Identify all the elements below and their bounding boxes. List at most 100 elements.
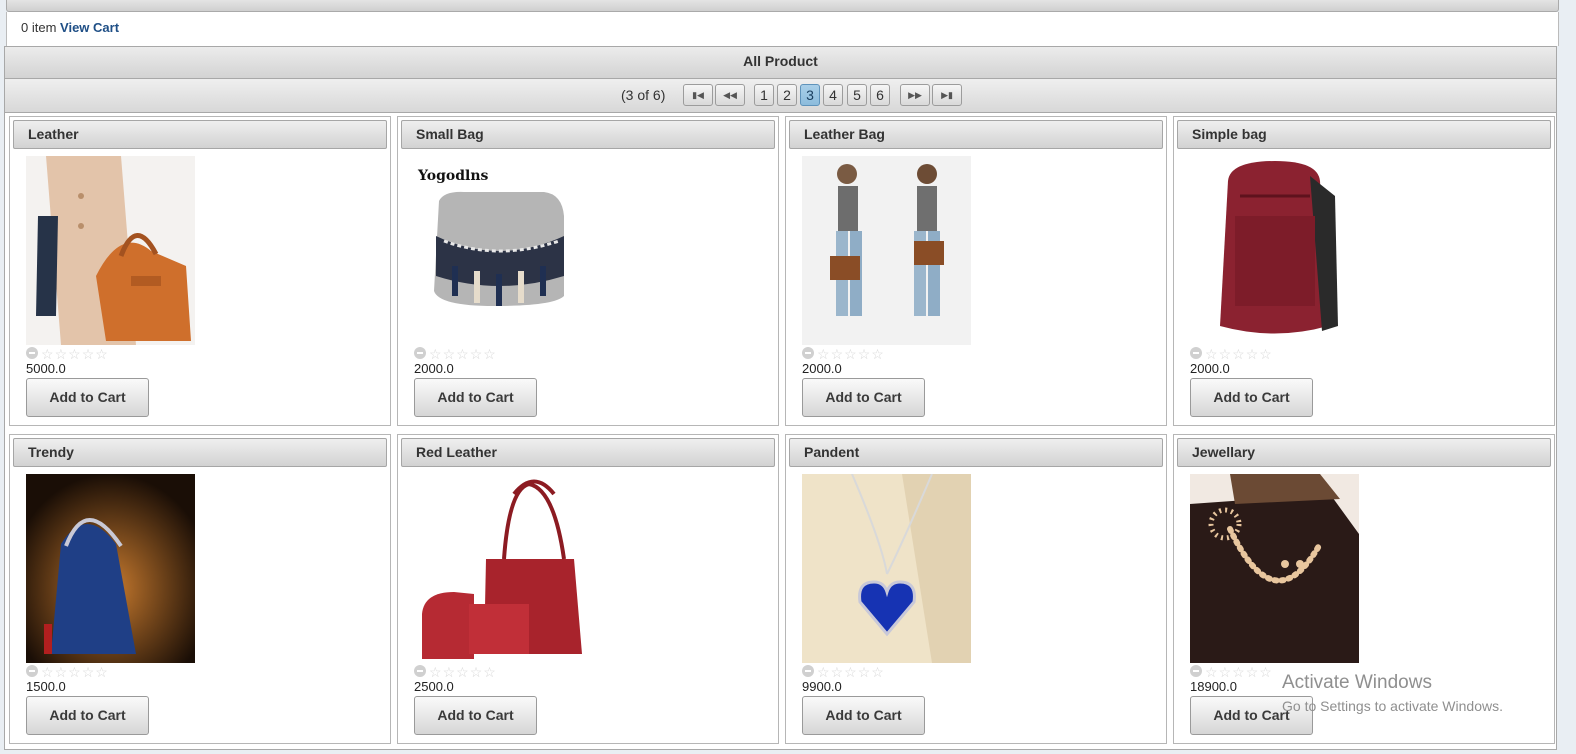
- page-2-button[interactable]: 2: [777, 84, 797, 106]
- star-icon[interactable]: ☆: [95, 665, 108, 679]
- product-price: 2000.0: [414, 361, 454, 376]
- star-icon[interactable]: ☆: [456, 347, 469, 361]
- star-icon[interactable]: ☆: [483, 665, 496, 679]
- cancel-rating-icon[interactable]: [414, 665, 426, 677]
- star-icon[interactable]: ☆: [831, 347, 844, 361]
- add-to-cart-button[interactable]: Add to Cart: [802, 378, 925, 417]
- rating[interactable]: ☆ ☆ ☆ ☆ ☆: [802, 347, 884, 361]
- star-icon[interactable]: ☆: [55, 665, 68, 679]
- add-to-cart-button[interactable]: Add to Cart: [1190, 378, 1313, 417]
- top-bar: [6, 0, 1559, 12]
- star-icon[interactable]: ☆: [858, 665, 871, 679]
- product-image[interactable]: [414, 474, 583, 663]
- star-icon[interactable]: ☆: [871, 665, 884, 679]
- star-icon[interactable]: ☆: [41, 665, 54, 679]
- star-icon[interactable]: ☆: [1219, 347, 1232, 361]
- product-image[interactable]: [802, 474, 971, 663]
- star-icon[interactable]: ☆: [68, 665, 81, 679]
- first-page-icon: ▮◀: [692, 90, 704, 100]
- product-image[interactable]: [26, 156, 195, 345]
- cancel-rating-icon[interactable]: [1190, 665, 1202, 677]
- product-image[interactable]: Yogodlns: [414, 156, 583, 345]
- rating[interactable]: ☆ ☆ ☆ ☆ ☆: [802, 665, 884, 679]
- product-image[interactable]: [26, 474, 195, 663]
- next-page-button[interactable]: ▶▶: [900, 84, 930, 106]
- product-price: 5000.0: [26, 361, 66, 376]
- star-icon[interactable]: ☆: [1246, 665, 1259, 679]
- star-icon[interactable]: ☆: [1232, 665, 1245, 679]
- add-to-cart-button[interactable]: Add to Cart: [414, 696, 537, 735]
- cancel-rating-icon[interactable]: [26, 347, 38, 359]
- add-to-cart-button[interactable]: Add to Cart: [802, 696, 925, 735]
- star-icon[interactable]: ☆: [95, 347, 108, 361]
- page-5-button[interactable]: 5: [847, 84, 867, 106]
- watermark-title: Activate Windows: [1282, 672, 1432, 693]
- star-icon[interactable]: ☆: [844, 347, 857, 361]
- star-icon[interactable]: ☆: [55, 347, 68, 361]
- product-image[interactable]: [1190, 156, 1359, 345]
- product-image[interactable]: [1190, 474, 1359, 663]
- product-card: Red Leather ☆ ☆ ☆ ☆ ☆ 2500.0 Add to Cart: [397, 434, 779, 744]
- product-title: Small Bag: [401, 120, 775, 149]
- last-page-icon: ▶▮: [941, 90, 953, 100]
- product-price: 2000.0: [802, 361, 842, 376]
- prev-page-button[interactable]: ◀◀: [715, 84, 745, 106]
- star-icon[interactable]: ☆: [68, 347, 81, 361]
- cart-item-count: 0 item: [21, 20, 57, 35]
- paginator: (3 of 6) ▮◀ ◀◀ 1 2 3 4 5 6 ▶▶ ▶▮: [5, 79, 1556, 113]
- star-icon[interactable]: ☆: [82, 665, 95, 679]
- star-icon[interactable]: ☆: [456, 665, 469, 679]
- rating[interactable]: ☆ ☆ ☆ ☆ ☆: [26, 665, 108, 679]
- add-to-cart-button[interactable]: Add to Cart: [26, 696, 149, 735]
- last-page-button[interactable]: ▶▮: [932, 84, 962, 106]
- rating[interactable]: ☆ ☆ ☆ ☆ ☆: [1190, 347, 1272, 361]
- rating[interactable]: ☆ ☆ ☆ ☆ ☆: [414, 347, 496, 361]
- star-icon[interactable]: ☆: [817, 665, 830, 679]
- rating[interactable]: ☆ ☆ ☆ ☆ ☆: [26, 347, 108, 361]
- star-icon[interactable]: ☆: [844, 665, 857, 679]
- star-icon[interactable]: ☆: [483, 347, 496, 361]
- star-icon[interactable]: ☆: [443, 665, 456, 679]
- star-icon[interactable]: ☆: [858, 347, 871, 361]
- star-icon[interactable]: ☆: [82, 347, 95, 361]
- star-icon[interactable]: ☆: [1246, 347, 1259, 361]
- panel-title: All Product: [5, 47, 1556, 79]
- product-image[interactable]: [802, 156, 971, 345]
- star-icon[interactable]: ☆: [470, 665, 483, 679]
- first-page-button[interactable]: ▮◀: [683, 84, 713, 106]
- star-icon[interactable]: ☆: [1205, 665, 1218, 679]
- page-4-button[interactable]: 4: [823, 84, 843, 106]
- star-icon[interactable]: ☆: [429, 347, 442, 361]
- add-to-cart-button[interactable]: Add to Cart: [414, 378, 537, 417]
- star-icon[interactable]: ☆: [429, 665, 442, 679]
- page-6-button[interactable]: 6: [870, 84, 890, 106]
- watermark-subtitle: Go to Settings to activate Windows.: [1282, 698, 1503, 714]
- star-icon[interactable]: ☆: [41, 347, 54, 361]
- view-cart-link[interactable]: View Cart: [60, 20, 119, 35]
- page-3-button[interactable]: 3: [800, 84, 820, 106]
- star-icon[interactable]: ☆: [1205, 347, 1218, 361]
- cancel-rating-icon[interactable]: [26, 665, 38, 677]
- star-icon[interactable]: ☆: [1219, 665, 1232, 679]
- cancel-rating-icon[interactable]: [1190, 347, 1202, 359]
- product-title: Trendy: [13, 438, 387, 467]
- star-icon[interactable]: ☆: [470, 347, 483, 361]
- star-icon[interactable]: ☆: [871, 347, 884, 361]
- star-icon[interactable]: ☆: [1232, 347, 1245, 361]
- rating[interactable]: ☆ ☆ ☆ ☆ ☆: [1190, 665, 1272, 679]
- star-icon[interactable]: ☆: [817, 347, 830, 361]
- star-icon[interactable]: ☆: [443, 347, 456, 361]
- star-icon[interactable]: ☆: [1259, 347, 1272, 361]
- product-card: Trendy ☆ ☆ ☆ ☆ ☆ 1500.0 Add to Cart: [9, 434, 391, 744]
- star-icon[interactable]: ☆: [1259, 665, 1272, 679]
- cancel-rating-icon[interactable]: [414, 347, 426, 359]
- rating[interactable]: ☆ ☆ ☆ ☆ ☆: [414, 665, 496, 679]
- activation-watermark: Activate Windows Go to Settings to activ…: [1282, 672, 1503, 714]
- product-price: 9900.0: [802, 679, 842, 694]
- cancel-rating-icon[interactable]: [802, 665, 814, 677]
- cancel-rating-icon[interactable]: [802, 347, 814, 359]
- cart-summary: 0 item View Cart: [6, 12, 1559, 46]
- star-icon[interactable]: ☆: [831, 665, 844, 679]
- page-1-button[interactable]: 1: [754, 84, 774, 106]
- add-to-cart-button[interactable]: Add to Cart: [26, 378, 149, 417]
